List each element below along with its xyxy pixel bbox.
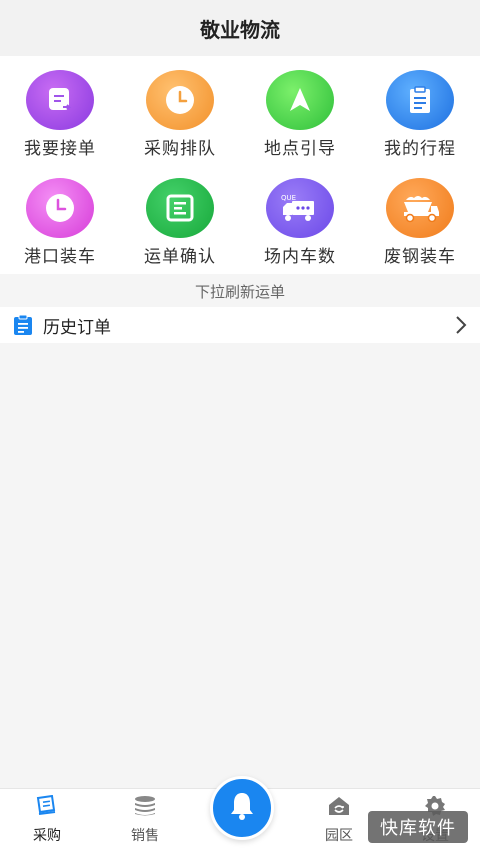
tab-label: 销售 [131,828,159,844]
queue-badge-text: QUE [281,194,296,202]
tab-purchase[interactable]: 采购 [12,789,82,853]
watermark: 快库软件 [368,811,468,843]
feature-port-loading[interactable]: 港口装车 [0,178,120,278]
bell-icon [227,790,257,826]
order-accept-icon [26,70,94,130]
document-icon [13,314,35,336]
feature-label: 我要接单 [24,139,96,159]
feature-my-trips[interactable]: 我的行程 [360,70,480,170]
feature-label: 港口装车 [24,247,96,267]
feature-yard-vehicle-count[interactable]: QUE 场内车数 [240,178,360,278]
feature-accept-order[interactable]: 我要接单 [0,70,120,170]
feature-label: 运单确认 [144,247,216,267]
document-list-icon [146,178,214,238]
tab-park[interactable]: 园区 [304,789,374,853]
history-orders-label: 历史订单 [43,317,111,338]
chevron-right-icon [454,315,468,335]
book-icon [34,793,60,819]
database-icon [132,793,158,819]
pull-to-refresh-hint: 下拉刷新运单 [194,282,285,301]
app-header: 敬业物流 [0,0,480,56]
clock-icon [26,178,94,238]
page-title: 敬业物流 [200,17,280,42]
feature-label: 采购排队 [144,139,216,159]
feature-purchase-queue[interactable]: 采购排队 [120,70,240,170]
feature-label: 地点引导 [264,139,336,159]
feature-waybill-confirm[interactable]: 运单确认 [120,178,240,278]
queue-truck-icon: QUE [266,178,334,238]
dump-truck-icon [386,178,454,238]
home-icon [326,793,352,819]
feature-label: 我的行程 [384,139,456,159]
feature-label: 废钢装车 [384,247,456,267]
tab-sales[interactable]: 销售 [110,789,180,853]
notification-bell-button[interactable] [210,776,274,840]
feature-location-guide[interactable]: 地点引导 [240,70,360,170]
feature-label: 场内车数 [264,247,336,267]
feature-grid: 我要接单 采购排队 地点引导 我的行程 港口装车 运单确认 QUE 场内车数 废… [0,56,480,274]
navigation-arrow-icon [266,70,334,130]
tab-label: 园区 [325,828,353,844]
clock-icon [146,70,214,130]
history-orders-row[interactable]: 历史订单 [0,307,480,343]
tab-label: 采购 [33,828,61,844]
clipboard-icon [386,70,454,130]
feature-scrap-loading[interactable]: 废钢装车 [360,178,480,278]
